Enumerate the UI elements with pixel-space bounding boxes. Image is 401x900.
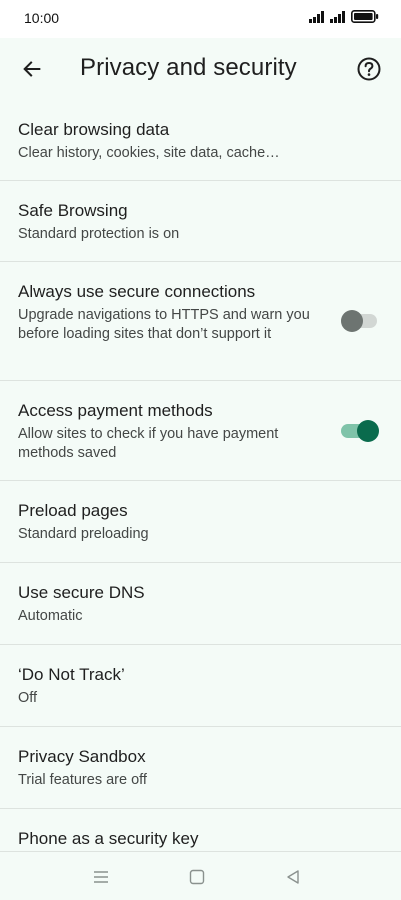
setting-secure-dns[interactable]: Use secure DNS Automatic [0,563,401,645]
setting-title: Use secure DNS [18,583,145,602]
setting-title: ‘Do Not Track’ [18,665,125,684]
app-bar: Privacy and security [0,38,401,100]
page-title: Privacy and security [80,54,297,81]
arrow-left-icon [23,61,41,77]
back-button[interactable] [14,51,50,87]
status-bar: 10:00 [0,0,401,38]
setting-title: Clear browsing data [18,120,170,139]
back-nav-button[interactable] [282,866,304,888]
setting-title: Privacy Sandbox [18,747,146,766]
setting-do-not-track[interactable]: ‘Do Not Track’ Off [0,645,401,727]
setting-subtitle: Allow sites to check if you have payment… [18,426,279,461]
secure-connections-toggle[interactable] [341,310,381,332]
setting-title: Preload pages [18,501,128,520]
setting-title: Access payment methods [18,401,213,420]
menu-nav-button[interactable] [90,866,112,888]
system-nav-bar [0,851,401,900]
setting-subtitle: Standard preloading [18,526,149,542]
signal-icon [330,10,345,23]
setting-payment-methods[interactable]: Access payment methods Allow sites to ch… [0,381,401,481]
phone-screen: 10:00 Privacy and security Clear browsin… [0,0,401,900]
setting-title: Safe Browsing [18,201,128,220]
setting-subtitle: Trial features are off [18,772,147,788]
setting-clear-browsing-data[interactable]: Clear browsing data Clear history, cooki… [0,100,401,181]
setting-subtitle: Upgrade navigations to HTTPS and warn yo… [18,307,310,342]
setting-safe-browsing[interactable]: Safe Browsing Standard protection is on [0,181,401,262]
home-nav-button[interactable] [186,866,208,888]
signal-icon [309,10,324,23]
status-time: 10:00 [24,10,60,26]
setting-subtitle: Standard protection is on [18,226,180,242]
setting-subtitle: Off [18,690,38,706]
settings-list: Clear browsing data Clear history, cooki… [0,100,401,889]
setting-subtitle: Clear history, cookies, site data, cache… [18,145,280,161]
setting-privacy-sandbox[interactable]: Privacy Sandbox Trial features are off [0,727,401,809]
payment-methods-toggle[interactable] [341,420,381,442]
setting-title: Phone as a security key [18,829,199,848]
setting-secure-connections[interactable]: Always use secure connections Upgrade na… [0,262,401,381]
setting-subtitle: Automatic [18,608,83,624]
home-square-icon [189,869,205,885]
help-button[interactable] [351,51,387,87]
back-triangle-icon [287,870,299,884]
toggle-knob [357,420,379,442]
setting-title: Always use secure connections [18,282,256,301]
toggle-knob [341,310,363,332]
status-icons [309,10,379,23]
battery-icon [351,10,379,23]
menu-icon [94,871,108,883]
setting-preload-pages[interactable]: Preload pages Standard preloading [0,481,401,563]
help-circle-icon [357,57,381,81]
